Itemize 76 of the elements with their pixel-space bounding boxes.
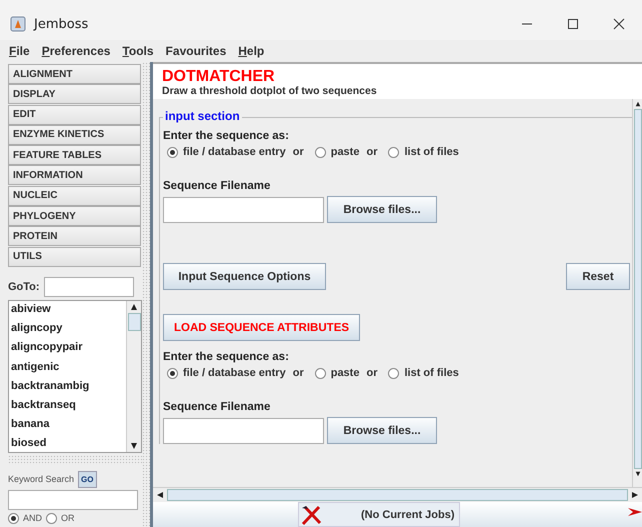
category-button[interactable]: EDIT xyxy=(8,104,141,125)
or-label: or xyxy=(366,367,378,379)
radio-label: paste xyxy=(330,146,360,158)
program-item[interactable]: biosed xyxy=(9,435,126,452)
category-button[interactable]: UTILS xyxy=(8,246,141,267)
radio-button[interactable] xyxy=(46,512,58,524)
goto-field[interactable] xyxy=(44,276,134,297)
filename-field[interactable] xyxy=(163,418,324,444)
category-button[interactable]: FEATURE TABLES xyxy=(8,145,141,166)
goto-label: GoTo: xyxy=(8,280,40,293)
or-label: or xyxy=(292,146,304,158)
radio-button[interactable] xyxy=(388,146,400,158)
options-button[interactable]: Input Sequence Options xyxy=(163,263,326,290)
scroll-thumb[interactable] xyxy=(128,312,140,331)
radio-button[interactable] xyxy=(167,146,178,158)
menu-item[interactable]: File xyxy=(9,44,30,58)
category-button[interactable]: PHYLOGENY xyxy=(8,206,141,226)
go-button[interactable]: GO xyxy=(78,470,96,488)
keyword-search-label: Keyword Search xyxy=(8,474,74,484)
radio-label: file / database entry xyxy=(183,367,286,379)
program-item[interactable]: backtranseq xyxy=(9,396,126,416)
radio-button[interactable] xyxy=(314,146,326,158)
scrollbar[interactable] xyxy=(126,300,141,452)
horizontal-scrollbar[interactable] xyxy=(153,487,642,502)
radio-button[interactable] xyxy=(388,368,400,378)
program-item[interactable]: aligncopy xyxy=(9,320,126,340)
left-arrow-icon[interactable] xyxy=(156,491,164,499)
program-item[interactable]: antigenic xyxy=(9,358,126,378)
field-label: Sequence Filename xyxy=(163,401,272,413)
browse-button[interactable]: Browse files... xyxy=(327,196,437,223)
browse-button[interactable]: Browse files... xyxy=(327,417,437,444)
up-arrow-icon[interactable] xyxy=(634,101,640,107)
jobs-button[interactable]: (No Current Jobs) xyxy=(298,502,460,527)
radio-label: paste xyxy=(330,367,360,379)
or-label: or xyxy=(292,367,304,379)
program-item[interactable]: aligncopypair xyxy=(9,339,126,359)
menu-item[interactable]: Preferences xyxy=(42,44,110,58)
menu-item[interactable]: Tools xyxy=(122,44,154,58)
or-label: or xyxy=(366,146,378,158)
scroll-thumb[interactable] xyxy=(634,109,642,469)
filename-field[interactable] xyxy=(163,196,324,222)
section-title: input section xyxy=(163,109,242,123)
down-arrow-icon[interactable] xyxy=(130,442,138,450)
program-item[interactable]: backtranambig xyxy=(9,378,126,397)
category-button[interactable]: DISPLAY xyxy=(8,84,141,104)
app-icon xyxy=(10,16,26,32)
vertical-scrollbar[interactable] xyxy=(632,99,642,487)
category-button[interactable]: NUCLEIC xyxy=(8,186,141,206)
radio-label: OR xyxy=(61,513,75,524)
program-item[interactable]: abiview xyxy=(9,300,126,320)
reset-button[interactable]: Reset xyxy=(566,263,630,290)
radio-button[interactable] xyxy=(167,368,178,378)
down-arrow-icon[interactable] xyxy=(634,471,640,477)
category-button[interactable]: INFORMATION xyxy=(8,165,141,186)
scroll-thumb[interactable] xyxy=(167,489,628,501)
category-button[interactable]: ENZYME KINETICS xyxy=(8,124,141,145)
field-label: Sequence Filename xyxy=(163,180,272,192)
up-arrow-icon[interactable] xyxy=(130,302,138,311)
menu-item[interactable]: Help xyxy=(238,44,264,58)
radio-label: list of files xyxy=(404,367,459,379)
menu-item[interactable]: Favourites xyxy=(166,44,226,58)
radio-label: AND xyxy=(23,513,42,524)
window-title: Jemboss xyxy=(34,16,90,32)
radio-label: list of files xyxy=(404,146,459,158)
radio-button[interactable] xyxy=(314,368,326,378)
radio-label: file / database entry xyxy=(183,146,286,158)
app-title: DOTMATCHER xyxy=(162,68,276,85)
prompt-label: Enter the sequence as: xyxy=(163,130,290,142)
keyword-field[interactable] xyxy=(8,490,138,510)
prompt-label: Enter the sequence as: xyxy=(163,351,290,363)
radio-button[interactable] xyxy=(8,512,19,524)
right-arrow-icon[interactable] xyxy=(631,491,639,499)
category-button[interactable]: ALIGNMENT xyxy=(8,64,141,84)
program-item[interactable]: banana xyxy=(9,416,126,436)
app-description: Draw a threshold dotplot of two sequences xyxy=(162,85,378,97)
category-button[interactable]: PROTEIN xyxy=(8,226,141,246)
